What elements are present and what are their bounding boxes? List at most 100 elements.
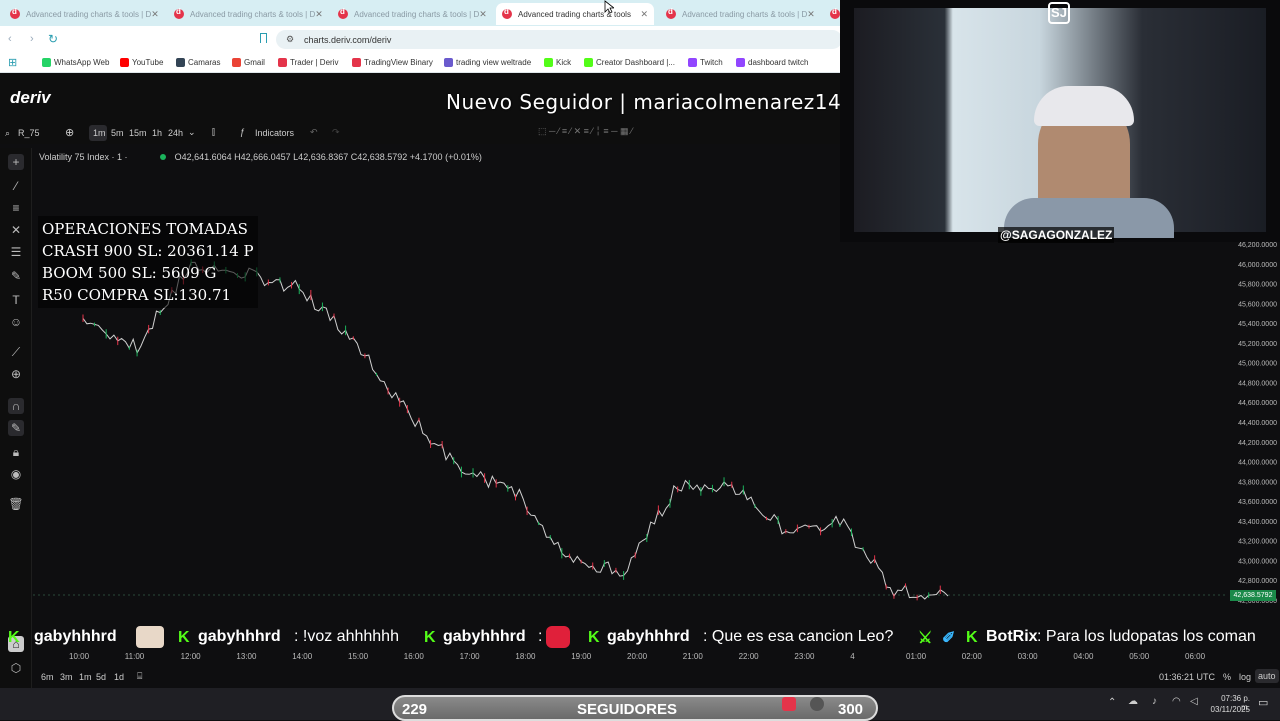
apps-grid-icon[interactable]: ⊞ — [8, 56, 17, 69]
site-info-icon[interactable]: ⚙ — [286, 34, 294, 45]
deriv-favicon-icon — [666, 7, 676, 19]
emoji-icon[interactable]: ☺ — [8, 314, 24, 330]
drawing-tools-icons[interactable]: ⬚ ─ ⁄ ≡ ⁄ ✕ ≡ ⁄ ╎ ≡ ─ ▦ ⁄ — [538, 126, 633, 137]
url-field[interactable]: ⚙ charts.deriv.com/deriv — [276, 30, 842, 49]
close-tab-icon[interactable]: ✕ — [479, 9, 487, 20]
wifi-icon[interactable]: ◠ — [1172, 696, 1181, 707]
eye-icon[interactable]: ◉ — [8, 466, 24, 482]
bookmark-item[interactable]: Gmail — [232, 58, 265, 67]
bookmark-item[interactable]: WhatsApp Web — [42, 58, 109, 67]
youtube-icon — [120, 58, 129, 67]
range-1d[interactable]: 1d — [114, 672, 124, 682]
lock-icon[interactable]: 🔒︎ — [8, 444, 24, 460]
forward-icon[interactable]: › — [30, 33, 34, 45]
bookmark-item[interactable]: Twitch — [688, 58, 723, 67]
bookmark-icon[interactable] — [260, 33, 267, 43]
deriv-logo[interactable]: deriv — [10, 88, 51, 108]
browser-tab[interactable]: Advanced trading charts & tools | D✕ — [4, 3, 162, 25]
obs-taskbar-icon[interactable] — [810, 697, 824, 711]
time-tick: 01:00 — [906, 652, 927, 661]
page-icon — [444, 58, 453, 67]
kick-icon: K — [424, 629, 436, 646]
range-1m[interactable]: 1m — [79, 672, 92, 682]
bookmark-item[interactable]: Kick — [544, 58, 571, 67]
ruler-icon[interactable]: ⟋ — [8, 344, 24, 360]
time-tick: 14:00 — [292, 652, 313, 661]
candle-type-icon[interactable]: ⫿ — [212, 127, 215, 138]
deriv-taskbar-icon[interactable] — [782, 697, 796, 711]
bookmark-item[interactable]: Creator Dashboard |... — [584, 58, 675, 67]
bookmark-item[interactable]: YouTube — [120, 58, 163, 67]
trendline-icon[interactable]: ⁄ — [8, 178, 24, 194]
time-tick: 16:00 — [403, 652, 424, 661]
range-3m[interactable]: 3m — [60, 672, 73, 682]
twitch-icon — [736, 58, 745, 67]
whatsapp-icon — [42, 58, 51, 67]
bookmark-label: WhatsApp Web — [54, 58, 110, 67]
date-range-icon[interactable]: ⌸ — [137, 671, 142, 682]
interval-15m[interactable]: 15m — [129, 128, 147, 138]
tray-chevron-icon[interactable]: ⌃ — [1108, 697, 1116, 708]
trash-icon[interactable]: 🗑︎ — [8, 496, 24, 512]
close-tab-icon[interactable]: ✕ — [315, 9, 323, 20]
interval-5m[interactable]: 5m — [111, 128, 124, 138]
close-tab-icon[interactable]: ✕ — [640, 9, 648, 20]
time-tick: 12:00 — [180, 652, 201, 661]
cloud-icon[interactable]: ☁ — [1128, 696, 1138, 707]
tab-label: Advanced trading charts & tools — [518, 9, 631, 19]
text-icon[interactable]: T — [8, 292, 24, 308]
price-tick: 44,200.0000 — [1238, 440, 1277, 447]
interval-24h[interactable]: 24h — [168, 128, 183, 138]
undo-icon[interactable]: ↶ — [310, 127, 318, 138]
price-axis: 46,200.0000 46,000.0000 45,800.0000 45,600.… — [1238, 242, 1277, 605]
price-tick: 43,600.0000 — [1238, 499, 1277, 506]
crosshair-icon[interactable]: + — [8, 154, 24, 170]
bookmark-item[interactable]: dashboard twitch — [736, 58, 808, 67]
kick-icon: K — [966, 629, 978, 646]
pattern-icon[interactable]: ✕ — [8, 222, 24, 238]
browser-tab[interactable]: Advanced trading charts & tools | D✕ — [332, 3, 490, 25]
browser-tab[interactable]: Advanced trading charts & tools | D✕ — [660, 3, 818, 25]
zoom-icon[interactable]: ⊕ — [8, 366, 24, 382]
bookmark-item[interactable]: Trader | Deriv — [278, 58, 338, 67]
candles-group — [82, 259, 941, 601]
kick-icon: K — [178, 629, 190, 646]
bookmark-item[interactable]: Camaras — [176, 58, 220, 67]
interval-1m[interactable]: 1m — [93, 128, 106, 138]
brush-icon[interactable]: ✎ — [8, 268, 24, 284]
range-6m[interactable]: 6m — [41, 672, 54, 682]
magnet-icon[interactable]: ∩ — [8, 398, 24, 414]
time-tick: 04:00 — [1073, 652, 1094, 661]
auto-toggle[interactable]: auto — [1255, 669, 1279, 683]
close-tab-icon[interactable]: ✕ — [151, 9, 159, 20]
notifications-icon[interactable]: ▭ — [1258, 696, 1268, 709]
browser-tab[interactable]: Advanced trading charts & tools | D✕ — [168, 3, 326, 25]
reload-icon[interactable]: ↻ — [48, 32, 58, 46]
percent-toggle[interactable]: % — [1223, 672, 1231, 682]
log-toggle[interactable]: log — [1239, 672, 1251, 682]
fib-icon[interactable]: ≡ — [8, 200, 24, 216]
kick-icon: K — [588, 629, 600, 646]
range-5d[interactable]: 5d — [96, 672, 106, 682]
settings-icon[interactable]: ⬡ — [8, 660, 24, 676]
add-symbol-icon[interactable]: ⊕ — [65, 126, 74, 139]
indicators-button[interactable]: Indicators — [255, 128, 294, 138]
redo-icon[interactable]: ↷ — [332, 127, 340, 138]
channel-icon[interactable]: ☰ — [8, 244, 24, 260]
chat-user: gabyhhhrd — [34, 628, 117, 645]
volume-icon[interactable]: ◁ — [1190, 696, 1198, 707]
stay-drawing-icon[interactable]: ✎ — [8, 420, 24, 436]
chevron-down-icon[interactable]: ⌄ — [188, 127, 196, 138]
symbol-selector[interactable]: R_75 — [18, 128, 40, 138]
interval-1h[interactable]: 1h — [152, 128, 162, 138]
price-tick: 43,000.0000 — [1238, 558, 1277, 565]
bookmark-item[interactable]: trading view weltrade — [444, 58, 531, 67]
back-icon[interactable]: ‹ — [8, 33, 12, 45]
ops-line: OPERACIONES TOMADAS — [42, 220, 248, 238]
mic-icon[interactable]: ♪ — [1152, 696, 1157, 707]
bookmark-item[interactable]: TradingView Binary — [352, 58, 433, 67]
symbol-search-icon[interactable]: ⌕ — [5, 128, 10, 139]
close-tab-icon[interactable]: ✕ — [807, 9, 815, 20]
price-tick: 43,800.0000 — [1238, 479, 1277, 486]
browser-tab-active[interactable]: Advanced trading charts & tools ✕ — [496, 3, 654, 25]
